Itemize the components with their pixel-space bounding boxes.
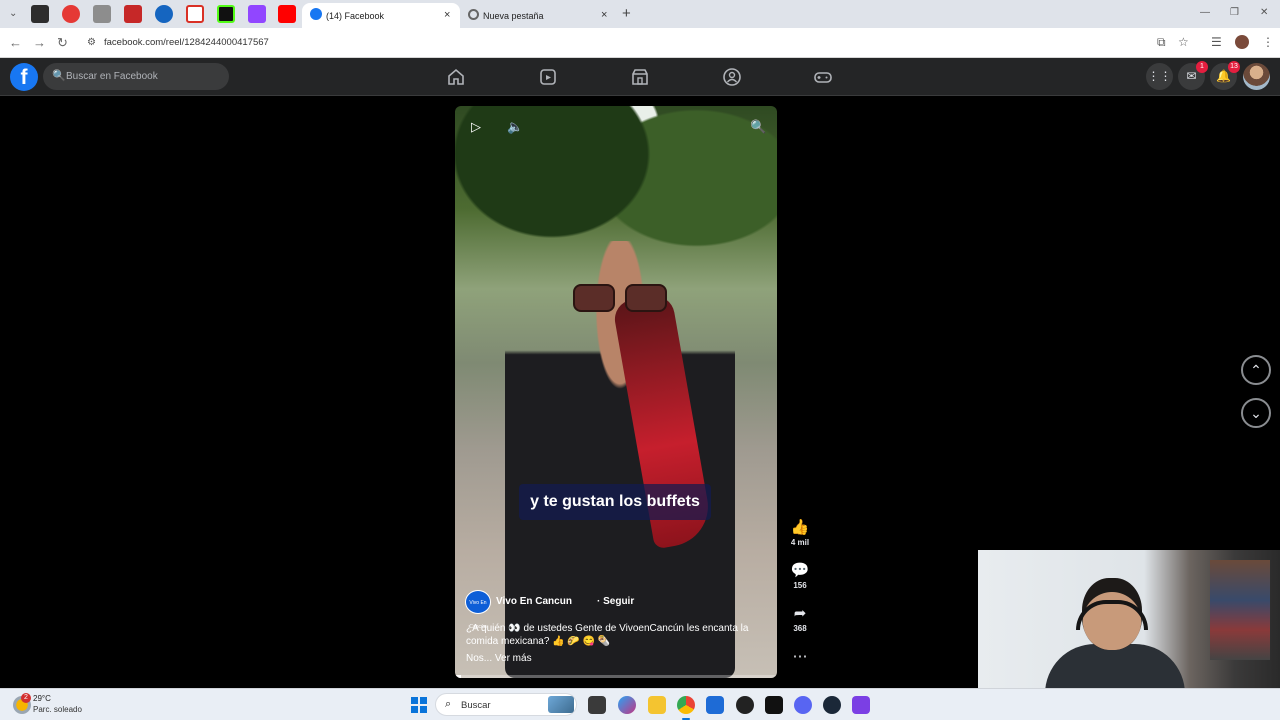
play-icon[interactable]: ▷ [471,119,481,135]
video-subtitle: y te gustan los buffets [519,484,711,520]
browser-tab-bar: ⌄ (14) Facebook × Nueva pestaña × + — ❐ … [0,0,1280,28]
address-bar: ← → ↻ ⚙ facebook.com/reel/12842440004175… [0,28,1280,58]
more-options-button[interactable]: ⋯ [785,647,815,665]
video-progress-bar[interactable] [455,675,777,678]
webcam-background-shelf [1210,560,1270,660]
tab-search-icon[interactable]: ⌄ [9,8,17,19]
windows-start-icon[interactable] [411,697,427,713]
profile-avatar[interactable] [1235,35,1249,49]
shares-count: 368 [793,624,807,633]
url-text: facebook.com/reel/1284244000417567 [104,37,269,48]
comment-bubble-icon: 💬 [790,562,810,579]
task-view-icon[interactable] [588,696,606,714]
account-avatar[interactable] [1243,63,1270,90]
close-tab-icon[interactable]: × [601,9,607,21]
pinned-tab-1[interactable] [31,5,49,23]
facebook-favicon-icon [310,8,322,20]
comments-count: 156 [793,581,807,590]
install-app-icon[interactable]: ⧉ [1157,35,1166,50]
media-controls-icon[interactable]: ☰ [1211,35,1222,49]
reel-description: ¿A quién 👀 de ustedes Gente de VivoenCan… [466,623,749,647]
site-info-icon[interactable]: ⚙ [87,37,96,48]
search-icon: ⌕ [445,698,452,710]
chrome-icon[interactable] [677,696,695,714]
twitch-tab[interactable] [248,5,266,23]
facebook-logo[interactable]: f [10,63,38,91]
video-subject-glasses [573,284,669,312]
tab-title: Nueva pestaña [483,11,544,21]
home-icon[interactable] [446,67,466,87]
like-thumb-icon: 👍 [790,519,810,536]
steam-icon[interactable] [823,696,841,714]
notifications-badge: 13 [1228,61,1240,73]
tab-facebook[interactable]: (14) Facebook × [302,3,460,28]
new-tab-button[interactable]: + [622,5,631,22]
tab-new-tab[interactable]: Nueva pestaña × [462,3,618,28]
windows-taskbar: 2 29°C Parc. soleado ⌕ Buscar [0,688,1280,720]
kick-tab[interactable] [217,5,235,23]
discord-icon[interactable] [794,696,812,714]
reload-icon[interactable]: ↻ [57,35,68,51]
page-name[interactable]: Vivo En Cancun [496,596,572,607]
minimize-icon[interactable]: — [1200,7,1210,18]
notifications-bell-icon[interactable]: 🔔 13 [1210,61,1240,90]
menu-kebab-icon[interactable]: ⋮ [1262,35,1274,49]
volume-icon[interactable]: 🔈 [507,119,523,135]
app-icon[interactable] [852,696,870,714]
search-highlight-image [548,696,574,713]
taskbar-search[interactable]: ⌕ Buscar [435,693,577,716]
file-explorer-icon[interactable] [648,696,666,714]
youtube-tab[interactable] [278,5,296,23]
like-button[interactable]: 👍 4 mil [785,518,815,547]
forward-icon[interactable]: → [33,35,46,50]
messenger-badge: 1 [1196,61,1208,73]
search-icon: 🔍 [52,70,66,82]
facebook-header: f 🔍 Buscar en Facebook ⋮⋮ ✉ 1 🔔 13 [0,58,1280,96]
weather-badge: 2 [21,693,31,703]
zoom-search-icon[interactable]: 🔍 [750,119,766,135]
video-progress-fill [455,675,462,678]
weather-temperature: 29°C [33,694,51,703]
likes-count: 4 mil [790,538,810,547]
reels-icon[interactable] [538,67,558,87]
bookmark-star-icon[interactable]: ☆ [1178,35,1189,49]
follow-button[interactable]: · Seguir [597,596,634,607]
obs-icon[interactable] [736,696,754,714]
next-reel-chevron-down-icon[interactable]: ⌄ [1241,398,1271,428]
pinned-tab-2[interactable] [62,5,80,23]
menu-grid-icon[interactable]: ⋮⋮ [1146,63,1173,90]
reel-author: Vivo En Cancún Vivo En Cancun · Seguir [465,590,765,630]
chrome-favicon-icon [468,9,479,20]
search-input[interactable]: 🔍 Buscar en Facebook [43,63,229,90]
pinned-tab-3[interactable] [93,5,111,23]
app-icon[interactable] [765,696,783,714]
weather-description: Parc. soleado [33,705,82,714]
close-tab-icon[interactable]: × [444,9,450,21]
tab-title: (14) Facebook [326,11,385,21]
marketplace-icon[interactable] [630,67,650,87]
store-icon[interactable] [706,696,724,714]
pinned-tab-4[interactable] [124,5,142,23]
see-more-link[interactable]: Nos... Ver más [466,653,532,664]
previous-reel-chevron-up-icon[interactable]: ⌃ [1241,355,1271,385]
page-avatar[interactable]: Vivo En Cancún [465,590,491,630]
maximize-icon[interactable]: ❐ [1230,7,1239,18]
url-field[interactable]: ⚙ facebook.com/reel/1284244000417567 [80,32,1210,54]
gmail-tab[interactable] [186,5,204,23]
pinned-tab-5[interactable] [155,5,173,23]
gaming-icon[interactable] [813,67,833,87]
back-icon[interactable]: ← [9,35,22,50]
share-arrow-icon: ➦ [793,605,807,622]
messenger-icon[interactable]: ✉ 1 [1178,61,1208,90]
copilot-icon[interactable] [618,696,636,714]
groups-icon[interactable] [722,67,742,87]
comment-button[interactable]: 💬 156 [785,561,815,590]
more-dots-icon: ⋯ [792,648,808,665]
share-button[interactable]: ➦ 368 [785,604,815,633]
close-window-icon[interactable]: ✕ [1260,7,1268,18]
search-placeholder: Buscar en Facebook [66,71,158,82]
reel-video[interactable]: ▷ 🔈 🔍 y te gustan los buffets Vivo En Ca… [455,106,777,678]
taskbar-search-label: Buscar [461,700,491,711]
